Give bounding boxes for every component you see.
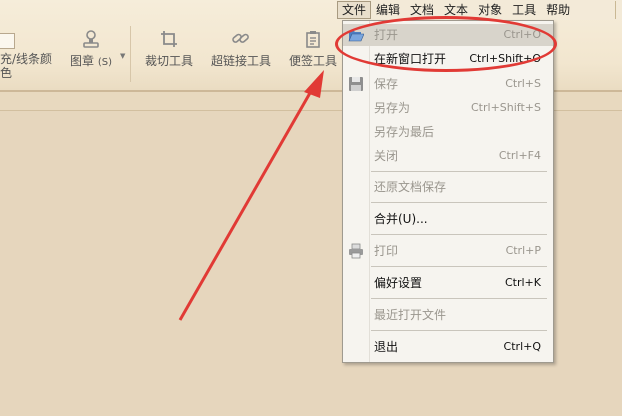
annotation-arrow (178, 70, 324, 321)
arrow-head-icon (304, 70, 324, 98)
